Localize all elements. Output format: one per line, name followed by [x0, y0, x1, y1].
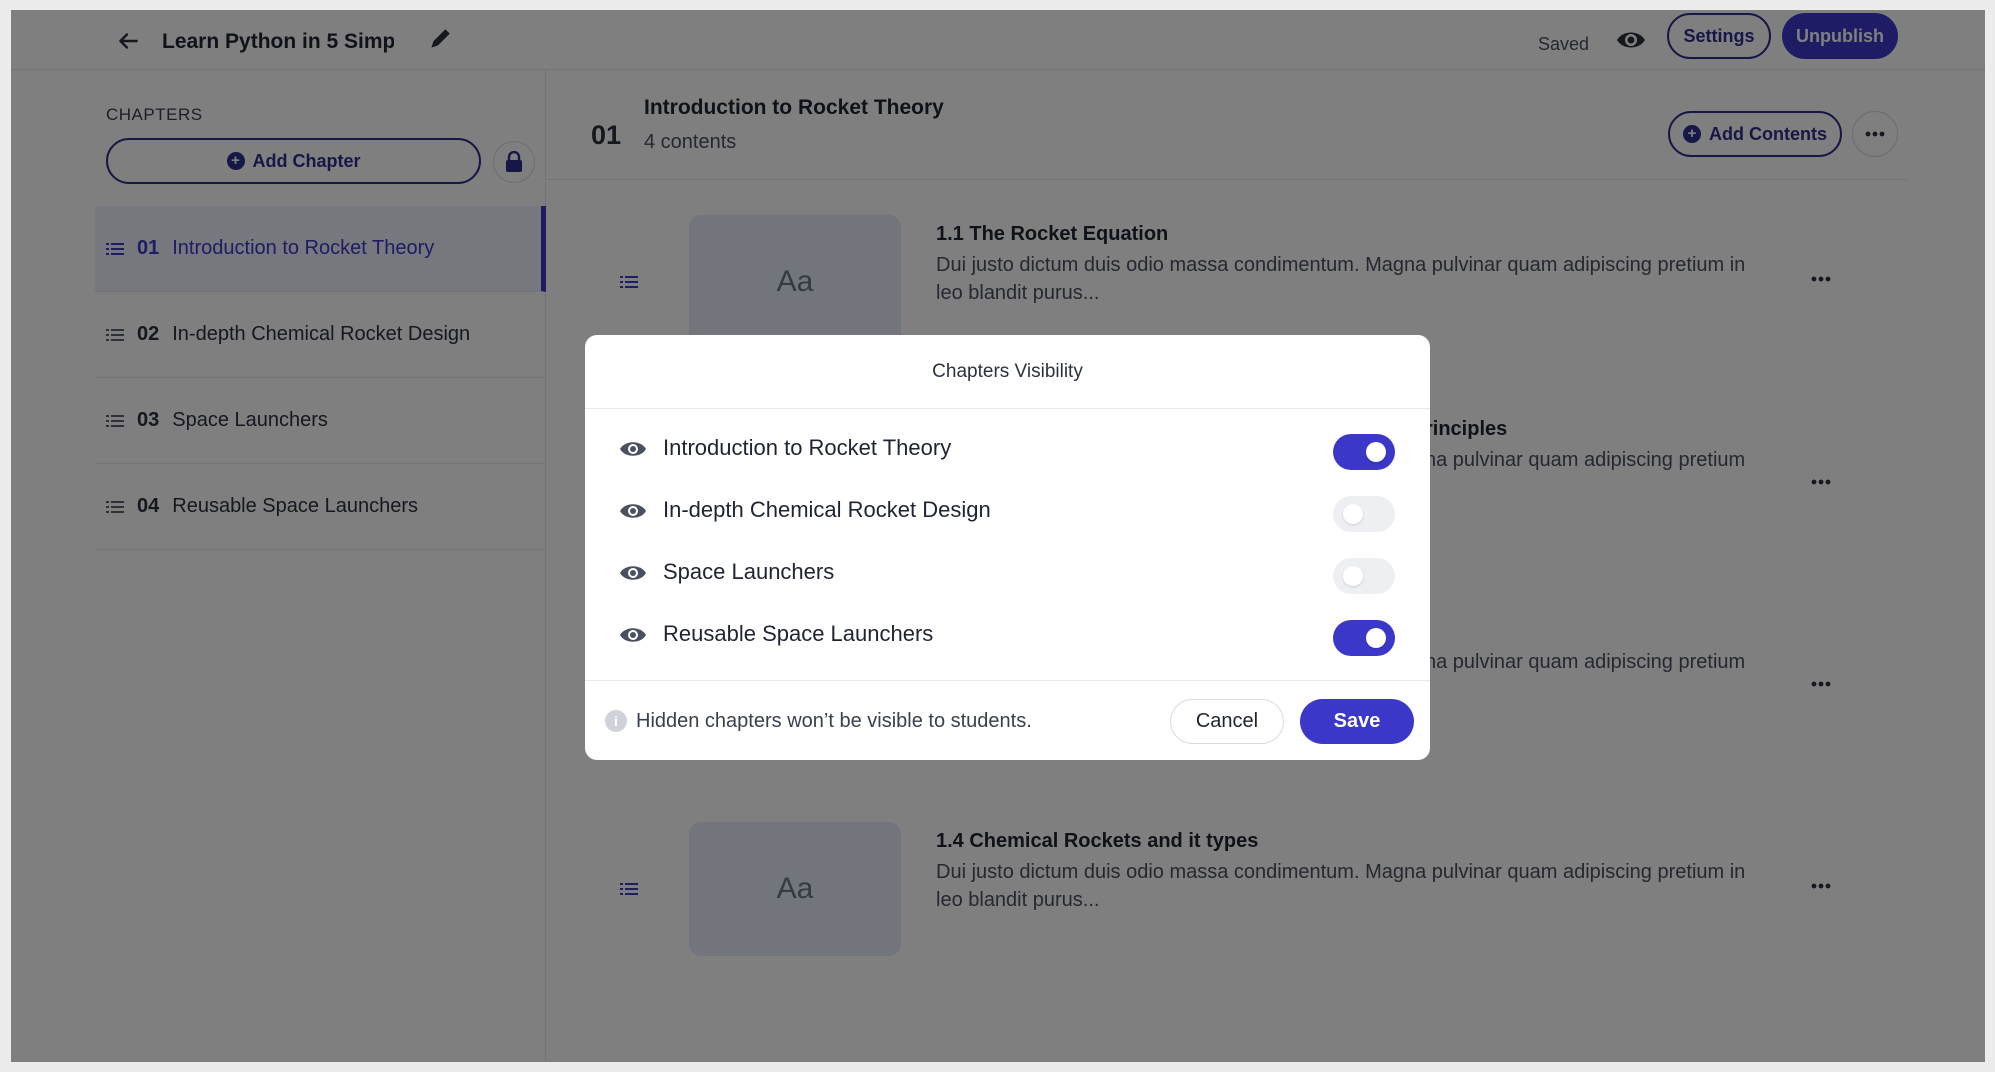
visibility-row: Reusable Space Launchers — [585, 604, 1430, 666]
visibility-list: Introduction to Rocket Theory In-depth C… — [585, 409, 1430, 666]
app-window: Learn Python in 5 Simple Saved Settings … — [11, 10, 1985, 1062]
visibility-hint: Hidden chapters won’t be visible to stud… — [636, 710, 1032, 732]
visibility-toggle[interactable] — [1333, 496, 1395, 532]
eye-icon — [620, 628, 646, 642]
eye-icon — [620, 442, 646, 456]
dialog-title: Chapters Visibility — [585, 335, 1430, 409]
eye-icon — [620, 566, 646, 580]
visibility-row: Introduction to Rocket Theory — [585, 418, 1430, 480]
toggle-knob — [1343, 504, 1363, 524]
eye-icon — [620, 504, 646, 518]
visibility-label: In-depth Chemical Rocket Design — [663, 497, 991, 522]
visibility-toggle[interactable] — [1333, 558, 1395, 594]
chapters-visibility-dialog: Chapters Visibility Introduction to Rock… — [585, 335, 1430, 760]
toggle-knob — [1343, 566, 1363, 586]
visibility-toggle[interactable] — [1333, 434, 1395, 470]
visibility-label: Introduction to Rocket Theory — [663, 435, 952, 460]
visibility-row: In-depth Chemical Rocket Design — [585, 480, 1430, 542]
visibility-row: Space Launchers — [585, 542, 1430, 604]
visibility-toggle[interactable] — [1333, 620, 1395, 656]
visibility-label: Reusable Space Launchers — [663, 621, 934, 646]
info-icon: i — [605, 710, 627, 732]
visibility-label: Space Launchers — [663, 559, 835, 584]
cancel-button[interactable]: Cancel — [1170, 699, 1284, 744]
dialog-footer: i Hidden chapters won’t be visible to st… — [585, 680, 1430, 760]
save-button[interactable]: Save — [1300, 699, 1414, 744]
toggle-knob — [1366, 628, 1386, 648]
toggle-knob — [1366, 442, 1386, 462]
